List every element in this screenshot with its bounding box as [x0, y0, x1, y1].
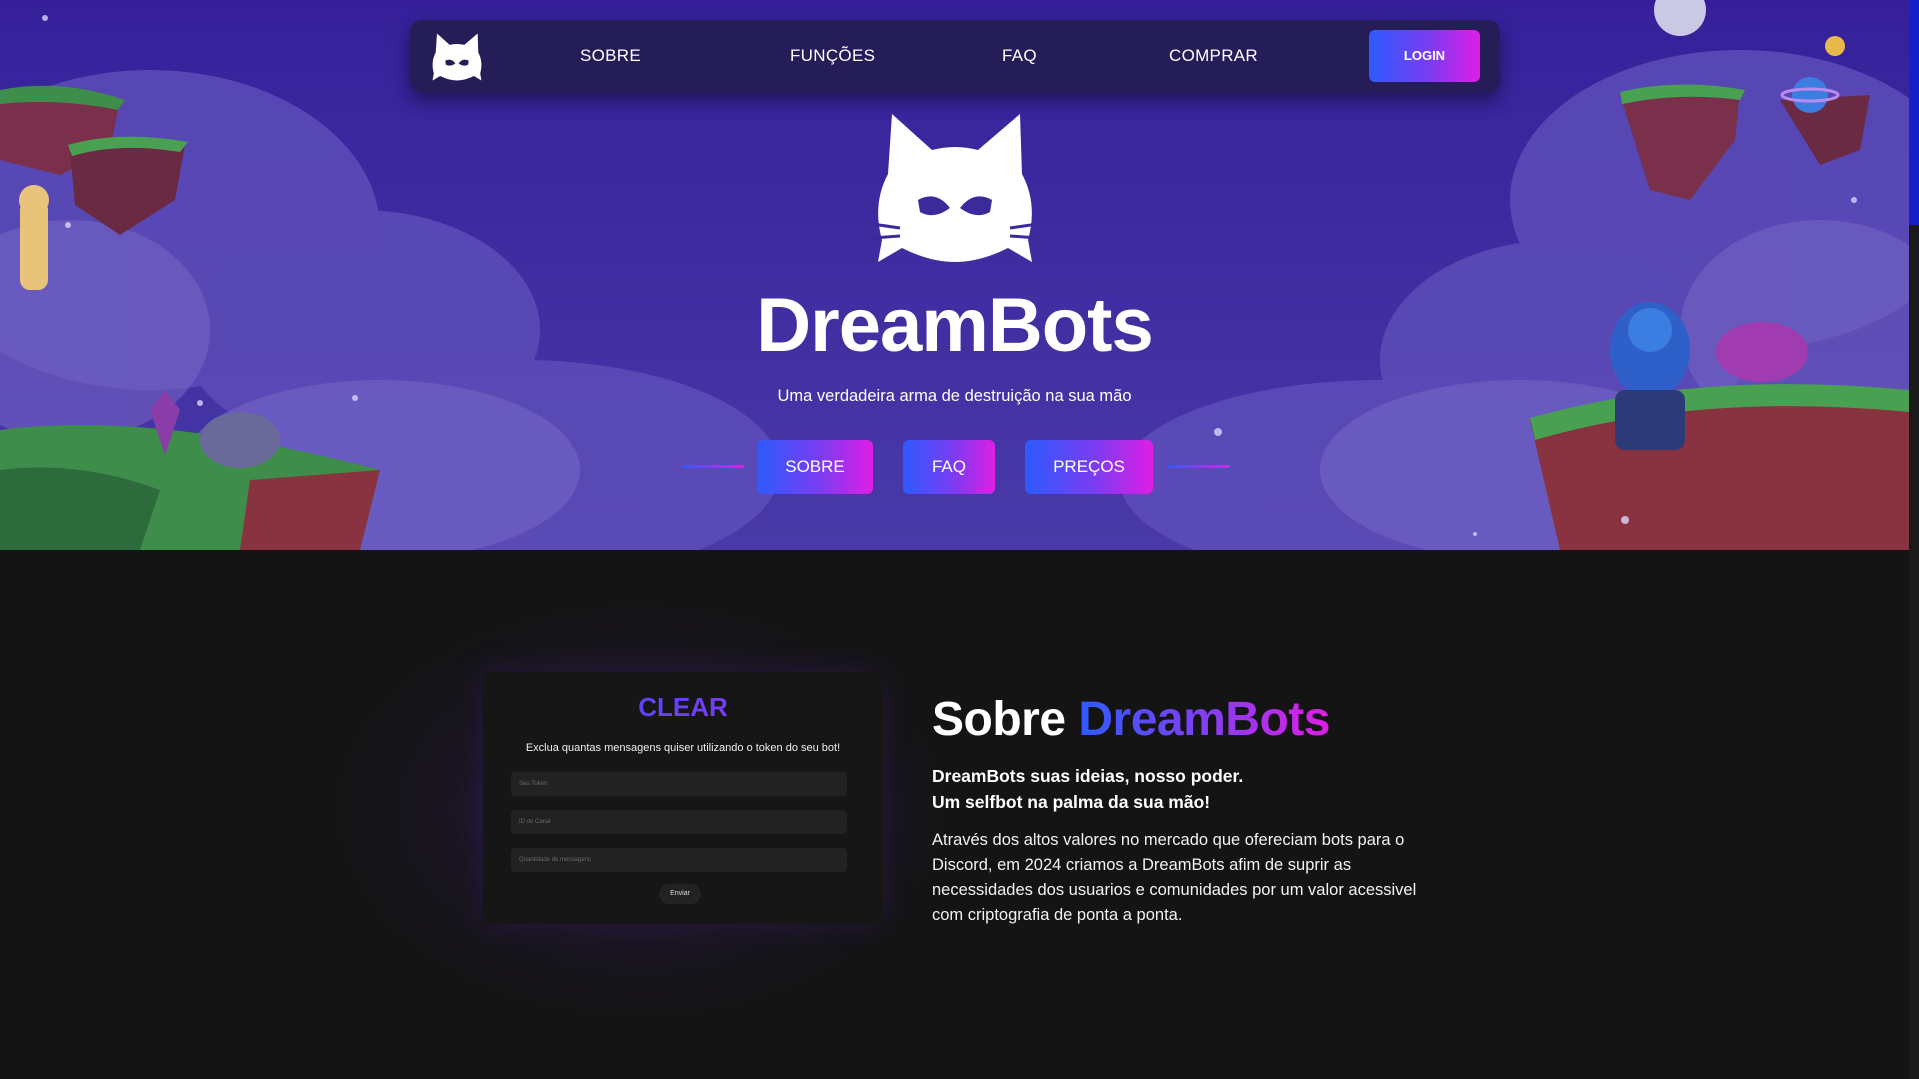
hero-button-precos[interactable]: PREÇOS	[1025, 440, 1153, 494]
token-input[interactable]: Seu Token	[511, 772, 847, 796]
hero-button-faq[interactable]: FAQ	[903, 440, 995, 494]
about-body-text: Através dos altos valores no mercado que…	[932, 831, 1417, 924]
channel-id-input[interactable]: ID do Canal	[511, 810, 847, 834]
card-title: CLEAR	[483, 692, 883, 723]
send-button[interactable]: Enviar	[659, 884, 701, 904]
cat-mask-icon[interactable]	[430, 32, 484, 82]
decorative-line-left	[682, 465, 744, 468]
cat-mask-icon	[871, 114, 1039, 262]
decorative-line-right	[1168, 465, 1230, 468]
about-subtitle-line2: Um selfbot na palma da sua mão!	[932, 792, 1211, 812]
about-title: Sobre DreamBots	[932, 692, 1330, 747]
hero-tagline: Uma verdadeira arma de destruição na sua…	[777, 387, 1132, 405]
nav-link-faq[interactable]: FAQ	[1002, 46, 1037, 66]
nav-link-comprar[interactable]: COMPRAR	[1169, 46, 1258, 66]
message-count-input[interactable]: Quantidade de mensagens	[511, 848, 847, 872]
login-button[interactable]: LOGIN	[1369, 30, 1480, 82]
about-title-prefix: Sobre	[932, 693, 1079, 746]
scrollbar-thumb[interactable]	[1909, 0, 1919, 225]
hero-button-sobre[interactable]: SOBRE	[757, 440, 873, 494]
nav-link-sobre[interactable]: SOBRE	[580, 46, 641, 66]
nav-link-funcoes[interactable]: FUNÇÕES	[790, 46, 875, 66]
about-subtitle: DreamBots suas ideias, nosso poder. Um s…	[932, 763, 1243, 815]
top-nav: SOBRE FUNÇÕES FAQ COMPRAR LOGIN	[410, 20, 1500, 92]
about-subtitle-line1: DreamBots suas ideias, nosso poder.	[932, 766, 1244, 786]
about-title-brand: DreamBots	[1078, 693, 1330, 746]
card-description: Exclua quantas mensagens quiser utilizan…	[525, 742, 841, 754]
clear-tool-card: CLEAR Exclua quantas mensagens quiser ut…	[483, 672, 883, 924]
hero-brand-title: DreamBots	[756, 283, 1153, 368]
